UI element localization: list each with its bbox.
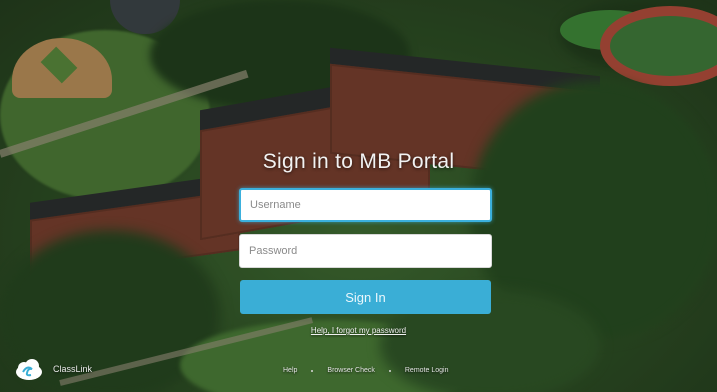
separator-dot — [388, 369, 391, 372]
classlink-cloud-icon — [14, 357, 44, 381]
forgot-password-link[interactable]: Help, I forgot my password — [0, 326, 717, 335]
sign-in-button[interactable]: Sign In — [240, 280, 491, 314]
page-title: Sign in to MB Portal — [262, 150, 455, 173]
classlink-brand: ClassLink — [14, 357, 92, 381]
separator-dot — [311, 369, 314, 372]
footer-link-help[interactable]: Help — [283, 367, 297, 374]
password-input[interactable] — [239, 234, 492, 268]
footer-link-browser-check[interactable]: Browser Check — [327, 367, 374, 374]
login-panel: Sign in to MB Portal Sign In Help, I for… — [0, 0, 717, 392]
footer-link-remote-login[interactable]: Remote Login — [405, 367, 449, 374]
brand-name: ClassLink — [53, 364, 93, 374]
username-input[interactable] — [239, 188, 492, 222]
footer-links: Help Browser Check Remote Login — [283, 367, 448, 374]
